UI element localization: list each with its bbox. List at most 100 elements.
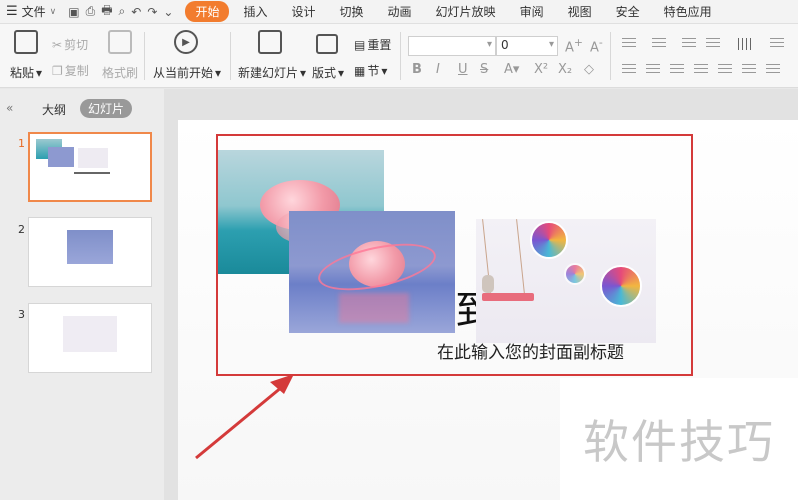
format-painter-button[interactable]: 格式刷 bbox=[102, 64, 138, 81]
format-painter-label: 格式刷 bbox=[102, 66, 139, 80]
tab-outline[interactable]: 大纲 bbox=[42, 101, 66, 118]
quick-access-toolbar: ▣ ⎙ 🖶 ⌕ ↶ ↷ ⌄ bbox=[62, 1, 179, 22]
collapse-panel-icon[interactable]: « bbox=[6, 101, 13, 115]
underline-icon[interactable]: U bbox=[458, 62, 468, 77]
align-left-icon[interactable] bbox=[622, 64, 636, 76]
from-current-button[interactable]: 从当前开始 ▾ bbox=[153, 64, 221, 81]
columns-icon[interactable] bbox=[742, 64, 756, 76]
justify-icon[interactable] bbox=[694, 64, 708, 76]
slide-number: 3 bbox=[18, 308, 25, 321]
tab-security[interactable]: 安全 bbox=[606, 1, 650, 22]
watermark-text: 软件技巧 bbox=[583, 415, 775, 469]
save-icon[interactable]: ▣ bbox=[68, 5, 79, 19]
slide-thumbnail-1[interactable] bbox=[28, 132, 152, 202]
chevron-down-icon: ▾ bbox=[548, 39, 554, 50]
tab-view[interactable]: 视图 bbox=[558, 1, 602, 22]
tab-slideshow[interactable]: 幻灯片放映 bbox=[426, 1, 506, 22]
print-preview-icon[interactable]: ⎙ bbox=[86, 4, 96, 19]
font-name-select[interactable]: ▾ bbox=[408, 36, 496, 56]
font-color-icon[interactable]: A▾ bbox=[504, 62, 519, 77]
font-size-select[interactable]: 0 ▾ bbox=[496, 36, 558, 56]
text-direction-icon[interactable] bbox=[738, 38, 752, 50]
tab-special-apps[interactable]: 特色应用 bbox=[654, 1, 722, 22]
ribbon: 粘贴 ▾ ✂ 剪切 ❐ 复制 格式刷 ▶ 从当前开始 ▾ 新建幻灯片 ▾ 版式 ▾ ▤ … bbox=[0, 24, 798, 88]
thumb-image bbox=[67, 230, 113, 264]
divider bbox=[144, 32, 145, 80]
from-current-label: 从当前开始 bbox=[153, 66, 214, 80]
increase-indent-icon[interactable] bbox=[706, 38, 720, 50]
tab-transition[interactable]: 切换 bbox=[330, 1, 374, 22]
grow-font-icon[interactable]: A+ bbox=[565, 36, 583, 55]
print-icon[interactable]: 🖶 bbox=[101, 1, 112, 22]
distribute-icon[interactable] bbox=[718, 64, 732, 76]
bullets-icon[interactable] bbox=[622, 38, 636, 50]
file-menu[interactable]: ☰ 文件 ∨ bbox=[0, 3, 62, 20]
menu-bar: ☰ 文件 ∨ ▣ ⎙ 🖶 ⌕ ↶ ↷ ⌄ 开始 插入 设计 切换 动画 幻灯片放… bbox=[0, 0, 798, 24]
cut-label: 剪切 bbox=[64, 38, 89, 52]
format-painter-icon[interactable] bbox=[108, 30, 132, 54]
new-slide-icon[interactable] bbox=[258, 30, 282, 54]
reset-icon: ▤ bbox=[354, 37, 366, 52]
section-label: 节 bbox=[367, 64, 380, 78]
redo-icon[interactable]: ↷ bbox=[147, 5, 157, 19]
slides-panel: « 大纲 幻灯片 1 2 3 bbox=[0, 89, 164, 500]
bold-icon[interactable]: B bbox=[412, 62, 422, 77]
divider bbox=[230, 32, 231, 80]
italic-icon[interactable]: I bbox=[436, 62, 440, 77]
tab-review[interactable]: 审阅 bbox=[510, 1, 554, 22]
section-button[interactable]: ▦ 节 ▾ bbox=[354, 62, 387, 79]
line-spacing-icon[interactable] bbox=[770, 38, 784, 50]
thumb-text bbox=[74, 172, 110, 174]
preview-icon[interactable]: ⌕ bbox=[119, 4, 126, 19]
chevron-down-icon: ∨ bbox=[49, 6, 57, 17]
play-icon[interactable]: ▶ bbox=[174, 30, 198, 54]
cut-button[interactable]: ✂ 剪切 bbox=[52, 36, 88, 53]
tab-slides[interactable]: 幻灯片 bbox=[80, 99, 133, 118]
align-center-icon[interactable] bbox=[646, 64, 660, 76]
tab-design[interactable]: 设计 bbox=[282, 1, 326, 22]
numbering-icon[interactable] bbox=[652, 38, 666, 50]
new-slide-label: 新建幻灯片 bbox=[238, 66, 299, 80]
paste-label: 粘贴 bbox=[10, 66, 35, 80]
superscript-icon[interactable]: X² bbox=[534, 62, 548, 77]
clear-format-icon[interactable]: ◇ bbox=[584, 62, 594, 77]
hamburger-icon: ☰ bbox=[6, 4, 18, 19]
slide-thumbnail-3[interactable] bbox=[28, 303, 152, 373]
chevron-down-icon: ▾ bbox=[486, 39, 492, 50]
shrink-font-icon[interactable]: A- bbox=[590, 36, 603, 55]
divider bbox=[400, 32, 401, 80]
decrease-indent-icon[interactable] bbox=[682, 38, 696, 50]
thumb-image bbox=[48, 147, 74, 167]
slide-number: 2 bbox=[18, 223, 25, 236]
panel-tabs: « 大纲 幻灯片 bbox=[0, 99, 164, 121]
paste-icon[interactable] bbox=[14, 30, 38, 54]
layout-icon[interactable] bbox=[316, 34, 338, 54]
file-menu-label: 文件 bbox=[21, 5, 46, 19]
section-icon: ▦ bbox=[354, 63, 366, 78]
thumb-image bbox=[63, 316, 117, 352]
copy-label: 复制 bbox=[64, 64, 89, 78]
slide-thumbnail-2[interactable] bbox=[28, 217, 152, 287]
copy-button[interactable]: ❐ 复制 bbox=[52, 62, 89, 79]
thumb-image bbox=[78, 148, 108, 168]
reset-label: 重置 bbox=[367, 38, 392, 52]
ribbon-tabs: 开始 插入 设计 切换 动画 幻灯片放映 审阅 视图 安全 特色应用 bbox=[185, 1, 725, 22]
tab-home[interactable]: 开始 bbox=[185, 1, 230, 22]
strikethrough-icon[interactable]: S bbox=[480, 62, 488, 77]
new-slide-button[interactable]: 新建幻灯片 ▾ bbox=[238, 64, 306, 81]
layout-label: 版式 bbox=[312, 66, 337, 80]
undo-icon[interactable]: ↶ bbox=[131, 5, 141, 19]
font-size-value: 0 bbox=[501, 38, 509, 52]
tab-animation[interactable]: 动画 bbox=[378, 1, 422, 22]
copy-icon: ❐ bbox=[52, 63, 63, 78]
align-right-icon[interactable] bbox=[670, 64, 684, 76]
tab-insert[interactable]: 插入 bbox=[233, 1, 277, 22]
paragraph-icon[interactable] bbox=[766, 64, 780, 76]
divider bbox=[610, 32, 611, 80]
reset-button[interactable]: ▤ 重置 bbox=[354, 36, 391, 53]
layout-button[interactable]: 版式 ▾ bbox=[312, 64, 344, 81]
subscript-icon[interactable]: X₂ bbox=[558, 62, 572, 77]
paste-button[interactable]: 粘贴 ▾ bbox=[10, 64, 42, 81]
customize-icon[interactable]: ⌄ bbox=[163, 5, 173, 19]
selection-highlight-box bbox=[216, 134, 693, 376]
